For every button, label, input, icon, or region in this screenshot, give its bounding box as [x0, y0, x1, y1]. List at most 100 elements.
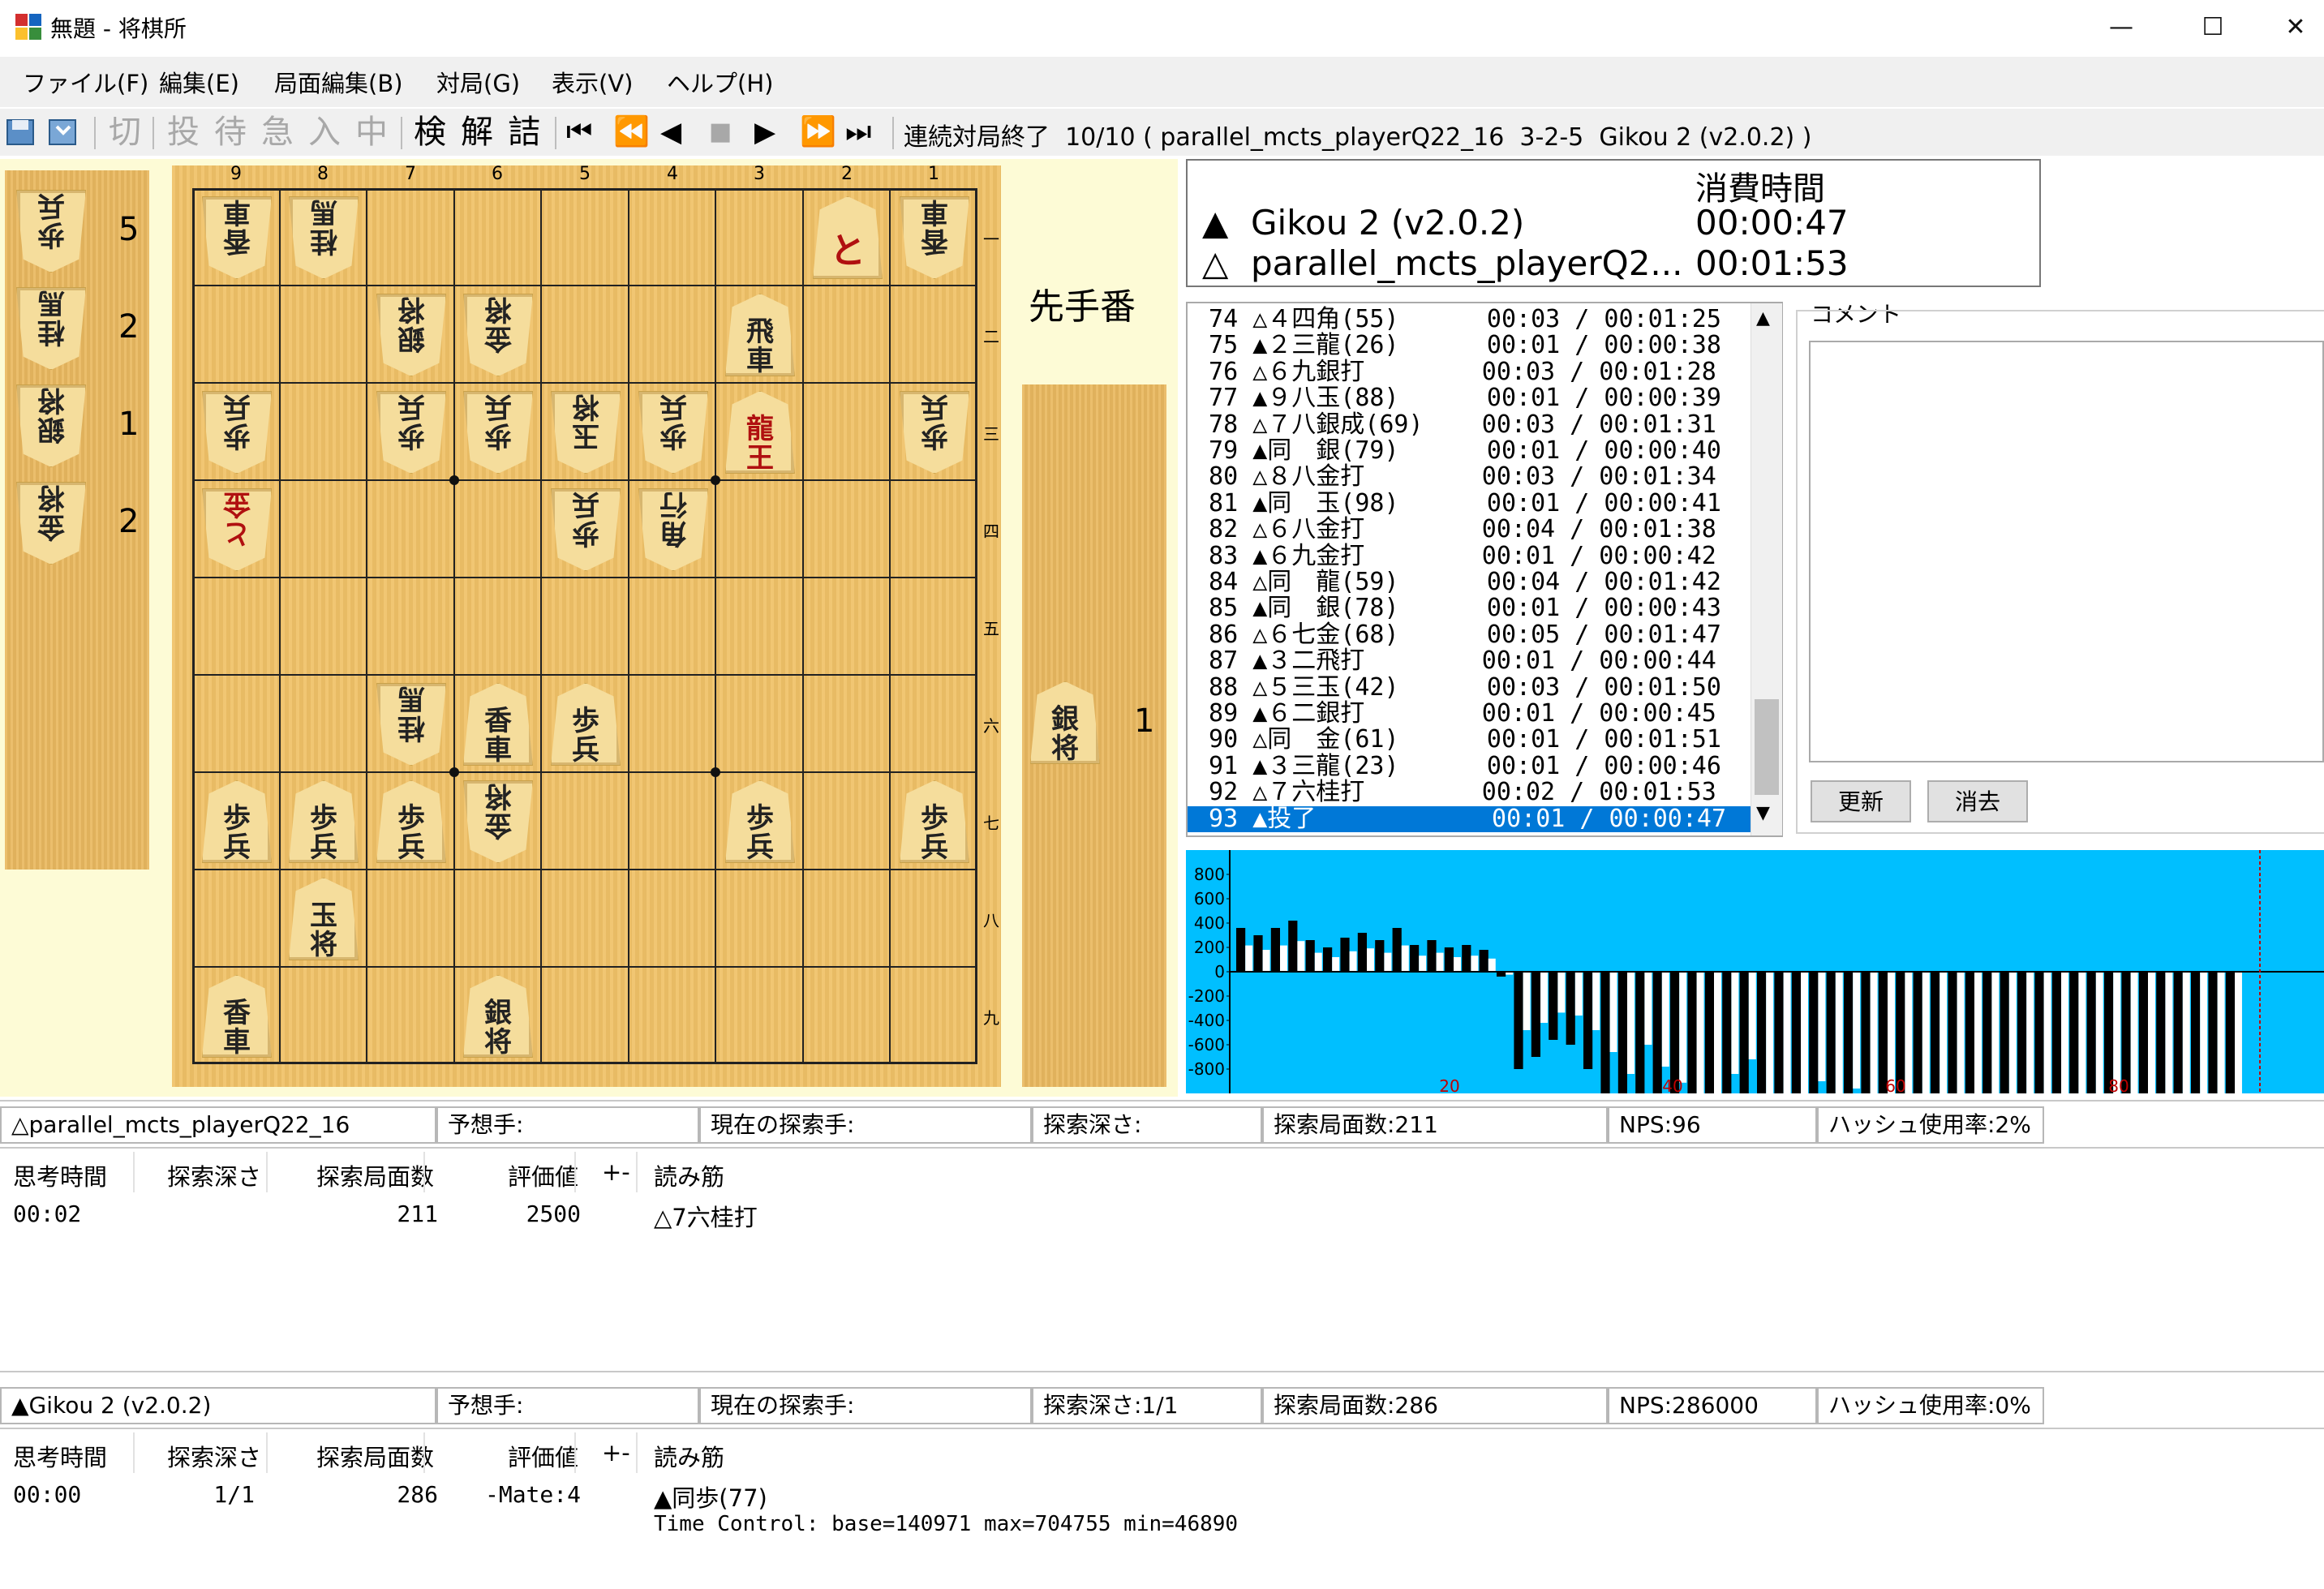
shogi-piece[interactable]: 歩兵 — [900, 391, 969, 474]
back-many-icon[interactable]: ⏪ — [613, 112, 650, 152]
menu-view[interactable]: 表示(V) — [552, 65, 633, 99]
move-list-item[interactable]: 80 △８八金打 00:03 / 00:01:34 — [1188, 464, 1762, 490]
shogi-piece[interactable]: 銀将 — [463, 975, 533, 1058]
move-list-item[interactable]: 74 △４四角(55) 00:03 / 00:01:25 — [1188, 306, 1762, 333]
gote-hand-piece[interactable]: 金将 — [16, 482, 86, 565]
engine-column-header[interactable]: 探索局面数 — [316, 1158, 434, 1192]
shogi-piece[interactable]: 龍王 — [725, 391, 795, 474]
engine-column-header[interactable]: +- — [602, 1439, 630, 1467]
shogi-piece[interactable]: 玉将 — [551, 391, 621, 474]
move-list-item[interactable]: 90 △同 金(61) 00:01 / 00:01:51 — [1188, 727, 1762, 753]
move-list-item[interactable]: 88 △５三玉(42) 00:03 / 00:01:50 — [1188, 674, 1762, 701]
shogi-piece[interactable]: 桂馬 — [376, 683, 446, 766]
engine-column-header[interactable]: 探索局面数 — [316, 1439, 434, 1473]
first-move-icon[interactable]: ⏮ — [566, 112, 592, 152]
last-move-icon[interactable]: ⏭ — [845, 112, 871, 152]
comment-textarea[interactable] — [1809, 341, 2324, 762]
shogi-piece[interactable]: 歩兵 — [376, 780, 446, 863]
engine-column-header[interactable]: 探索深さ — [167, 1158, 261, 1192]
move-list-item[interactable]: 76 △６九銀打 00:03 / 00:01:28 — [1188, 359, 1762, 385]
move-list-item[interactable]: 81 ▲同 玉(98) 00:01 / 00:00:41 — [1188, 490, 1762, 517]
scroll-up-icon[interactable]: ▲ — [1756, 308, 1770, 329]
mate-button[interactable]: 詰 — [508, 112, 540, 152]
sente-hand-piece[interactable]: 銀将 — [1030, 681, 1100, 764]
move-list-item[interactable]: 93 ▲投了 00:01 / 00:00:47 — [1188, 805, 1762, 832]
move-list-item[interactable]: 86 △６七金(68) 00:05 / 00:01:47 — [1188, 621, 1762, 648]
menu-file[interactable]: ファイル(F) — [23, 65, 148, 99]
stop-icon[interactable]: ■ — [709, 112, 732, 152]
shogi-piece[interactable]: 香車 — [900, 196, 969, 279]
move-list-item[interactable]: 92 △７六桂打 00:02 / 00:01:53 — [1188, 779, 1762, 805]
shogi-piece[interactable]: 香車 — [463, 683, 533, 766]
move-list[interactable]: 74 △４四角(55) 00:03 / 00:01:25 75 ▲２三龍(26)… — [1186, 302, 1783, 837]
move-list-item[interactable]: 89 ▲６二銀打 00:01 / 00:00:45 — [1188, 700, 1762, 727]
shogi-piece[interactable]: 飛車 — [725, 294, 795, 376]
engine-column-header[interactable]: 思考時間 — [13, 1439, 107, 1473]
move-list-item[interactable]: 78 △７八銀成(69) 00:03 / 00:01:31 — [1188, 411, 1762, 438]
close-button[interactable]: ✕ — [2267, 6, 2324, 49]
shogi-piece[interactable]: 金将 — [463, 780, 533, 863]
engine-column-header[interactable]: 探索深さ — [167, 1439, 261, 1473]
forward-icon[interactable]: ▶ — [754, 112, 775, 152]
interrupt-button[interactable]: 中 — [355, 112, 388, 152]
move-list-scrollbar[interactable]: ▲ ▼ — [1751, 303, 1782, 835]
gote-hand-piece[interactable]: 桂馬 — [16, 287, 86, 370]
shogi-piece[interactable]: 香車 — [202, 196, 272, 279]
forward-many-icon[interactable]: ⏩ — [800, 112, 836, 152]
shogi-piece[interactable]: 歩兵 — [900, 780, 969, 863]
menu-help[interactable]: ヘルプ(H) — [667, 65, 773, 99]
enter-king-button[interactable]: 入 — [308, 112, 341, 152]
engine-column-header[interactable]: 評価値 — [508, 1439, 578, 1473]
menu-position-edit[interactable]: 局面編集(B) — [274, 65, 403, 99]
move-list-item[interactable]: 87 ▲３二飛打 00:01 / 00:00:44 — [1188, 647, 1762, 674]
back-icon[interactable]: ◀ — [660, 112, 681, 152]
move-list-item[interactable]: 75 ▲２三龍(26) 00:01 / 00:00:38 — [1188, 333, 1762, 359]
engine-column-header[interactable]: 読み筋 — [654, 1439, 724, 1473]
hurry-button[interactable]: 急 — [261, 112, 294, 152]
move-list-item[interactable]: 84 △同 龍(59) 00:04 / 00:01:42 — [1188, 569, 1762, 595]
clear-button[interactable]: 消去 — [1927, 780, 2028, 822]
shogi-piece[interactable]: 桂馬 — [289, 196, 359, 279]
gote-hand-piece[interactable]: 銀将 — [16, 384, 86, 467]
solve-button[interactable]: 解 — [461, 112, 493, 152]
shogi-piece[interactable]: 歩兵 — [638, 391, 708, 474]
move-list-item[interactable]: 83 ▲６九金打 00:01 / 00:00:42 — [1188, 543, 1762, 569]
shogi-piece[interactable]: 歩兵 — [551, 488, 621, 571]
resign-button[interactable]: 投 — [167, 112, 200, 152]
engine-column-header[interactable]: 評価値 — [508, 1158, 578, 1192]
shogi-piece[interactable]: 歩兵 — [202, 391, 272, 474]
scroll-down-icon[interactable]: ▼ — [1756, 803, 1770, 823]
shogi-piece[interactable]: 銀将 — [376, 294, 446, 376]
shogi-piece[interactable]: 香車 — [202, 975, 272, 1058]
menu-edit[interactable]: 編集(E) — [159, 65, 239, 99]
move-list-item[interactable]: 77 ▲９八玉(88) 00:01 / 00:00:39 — [1188, 384, 1762, 411]
move-list-item[interactable]: 79 ▲同 銀(79) 00:01 / 00:00:40 — [1188, 437, 1762, 464]
shogi-piece[interactable]: 歩兵 — [289, 780, 359, 863]
update-button[interactable]: 更新 — [1811, 780, 1911, 822]
scroll-thumb[interactable] — [1755, 699, 1779, 795]
shogi-piece[interactable]: 歩兵 — [463, 391, 533, 474]
move-list-item[interactable]: 82 △６八金打 00:04 / 00:01:38 — [1188, 516, 1762, 543]
minimize-button[interactable]: — — [2085, 6, 2158, 49]
move-list-item[interactable]: 85 ▲同 銀(78) 00:01 / 00:00:43 — [1188, 595, 1762, 621]
shogi-piece[interactable]: 歩兵 — [202, 780, 272, 863]
engine-column-header[interactable]: +- — [602, 1158, 630, 1186]
cut-button[interactable]: 切 — [109, 112, 141, 152]
shogi-piece[interactable]: 玉将 — [289, 878, 359, 960]
shogi-piece[interactable]: 歩兵 — [376, 391, 446, 474]
shogi-piece[interactable]: 金将 — [463, 294, 533, 376]
shogi-piece[interactable]: 歩兵 — [551, 683, 621, 766]
shogi-piece[interactable]: 角行 — [638, 488, 708, 571]
move-list-item[interactable]: 91 ▲３三龍(23) 00:01 / 00:00:46 — [1188, 753, 1762, 779]
open-file-icon[interactable] — [5, 115, 37, 148]
engine-column-header[interactable]: 思考時間 — [13, 1158, 107, 1192]
shogi-piece[interactable]: 歩兵 — [725, 780, 795, 863]
engine-column-header[interactable]: 読み筋 — [654, 1158, 724, 1192]
wait-button[interactable]: 待 — [214, 112, 247, 152]
analyze-button[interactable]: 検 — [414, 112, 446, 152]
gote-hand-piece[interactable]: 歩兵 — [16, 190, 86, 273]
shogi-piece[interactable]: と — [813, 196, 883, 279]
save-file-icon[interactable] — [47, 115, 79, 148]
maximize-button[interactable]: ☐ — [2176, 6, 2249, 49]
shogi-piece[interactable]: と金 — [202, 488, 272, 571]
